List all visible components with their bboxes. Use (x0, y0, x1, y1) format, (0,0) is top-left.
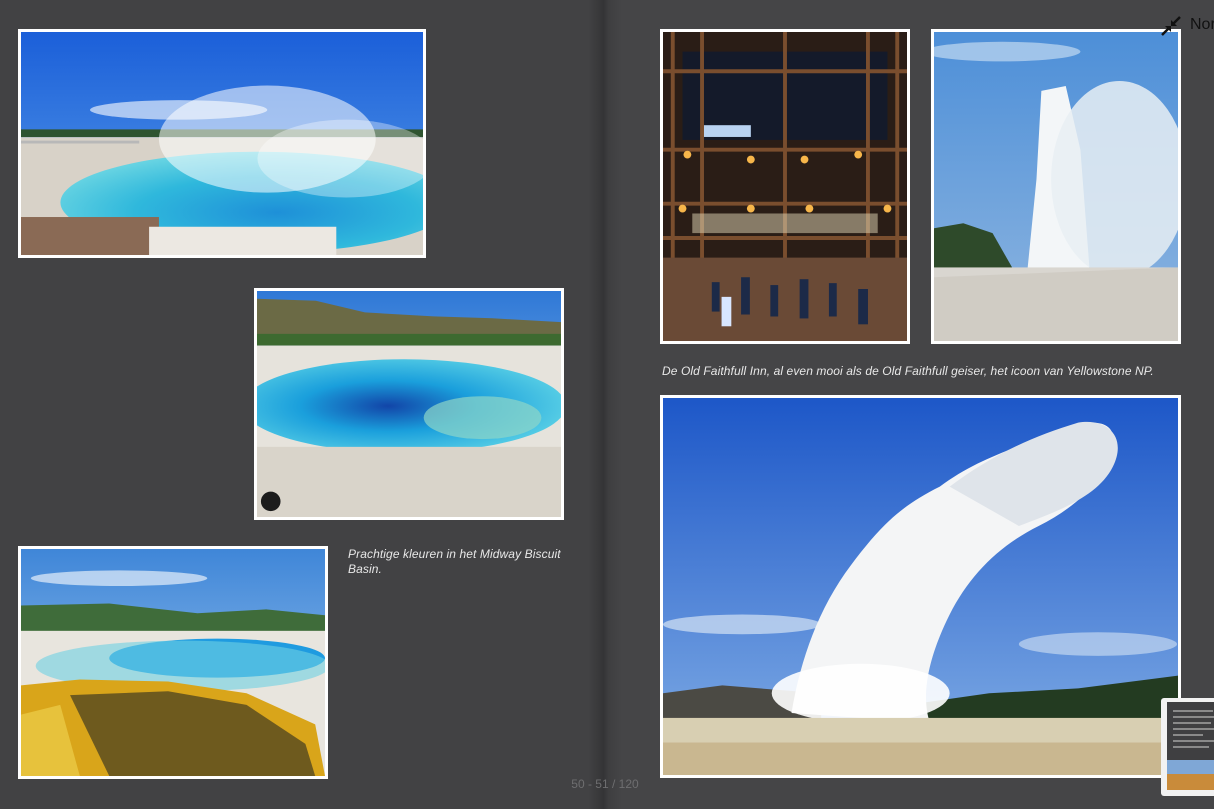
photo-steaming-pool (18, 29, 426, 258)
normal-view-label: Normaal (1190, 16, 1214, 33)
photo-colorful-pool (18, 546, 328, 779)
photo-blue-pool (254, 288, 564, 520)
photo-inn-interior (660, 29, 910, 344)
book-gutter (588, 0, 622, 809)
thumbnail-preview (1167, 702, 1214, 790)
normal-view-button[interactable]: Normaal (1158, 12, 1214, 38)
page-thumbnail[interactable] (1161, 698, 1214, 796)
page-indicator: 50 - 51 / 120 (571, 777, 639, 791)
left-caption: Prachtige kleuren in het Midway Biscuit … (348, 547, 561, 576)
photo-geyser-small (931, 29, 1181, 344)
shrink-arrows-icon (1160, 15, 1182, 37)
photo-geyser-large (660, 395, 1181, 778)
right-caption: De Old Faithfull Inn, al even mooi als d… (662, 364, 1154, 378)
